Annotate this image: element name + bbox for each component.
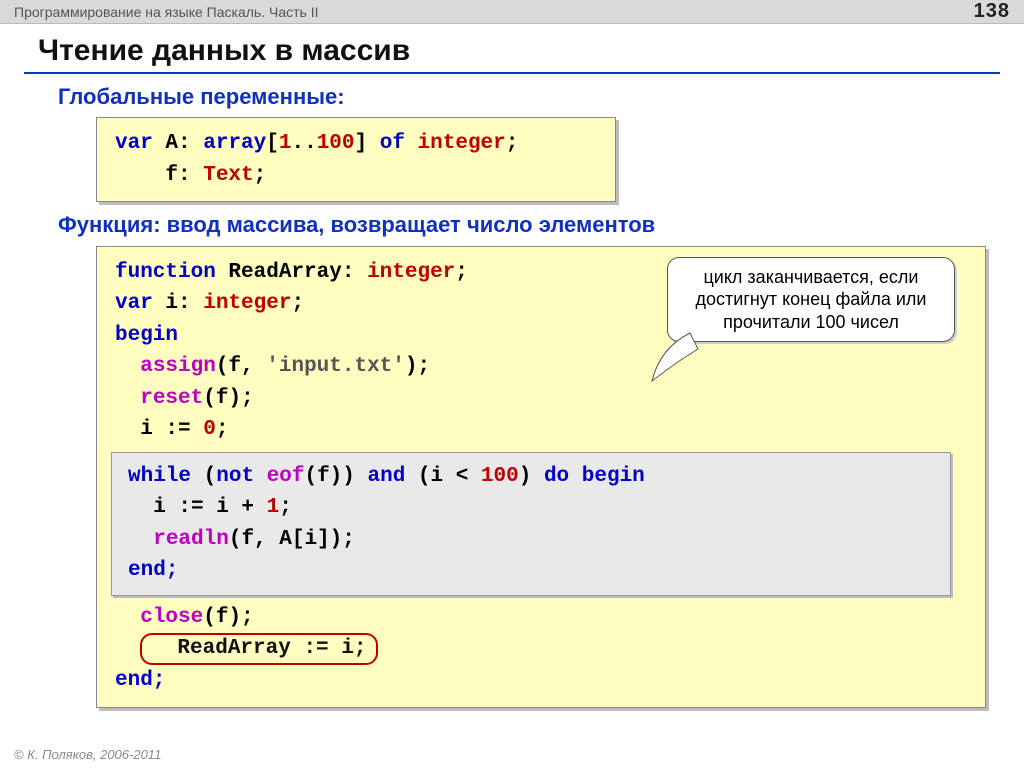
code-line: assign(f, 'input.txt'); <box>115 351 967 383</box>
slide-title: Чтение данных в массив <box>24 30 1000 70</box>
code-line: end; <box>128 555 934 587</box>
code-line: reset(f); <box>115 383 967 415</box>
callout-text: цикл заканчивается, если достигнут конец… <box>696 267 927 332</box>
code-line: var A: array[1..100] of integer; <box>115 128 597 160</box>
callout-tail-icon <box>650 323 710 383</box>
code-line: readln(f, A[i]); <box>128 524 934 556</box>
code-line: ReadArray := i; <box>115 633 967 665</box>
copyright: © К. Поляков, 2006-2011 <box>14 747 161 762</box>
code-line: end; <box>115 665 967 697</box>
callout-bubble: цикл заканчивается, если достигнут конец… <box>667 257 955 343</box>
code-line: i := i + 1; <box>128 492 934 524</box>
code-globals: var A: array[1..100] of integer; f: Text… <box>96 117 616 202</box>
code-highlight-block: while (not eof(f)) and (i < 100) do begi… <box>111 452 951 596</box>
slide: Чтение данных в массив Глобальные переме… <box>0 24 1024 708</box>
code-line: close(f); <box>115 602 967 634</box>
title-rule <box>24 72 1000 74</box>
page-number: 138 <box>974 0 1010 23</box>
code-function: цикл заканчивается, если достигнут конец… <box>96 246 986 708</box>
topbar: Программирование на языке Паскаль. Часть… <box>0 0 1024 24</box>
code-line: i := 0; <box>115 414 967 446</box>
code-line: while (not eof(f)) and (i < 100) do begi… <box>128 461 934 493</box>
subtitle-function: Функция: ввод массива, возвращает число … <box>24 212 1000 237</box>
doc-title: Программирование на языке Паскаль. Часть… <box>14 4 318 20</box>
subtitle-globals: Глобальные переменные: <box>24 84 1000 109</box>
return-pill: ReadArray := i; <box>140 633 378 665</box>
code-line: f: Text; <box>115 160 597 192</box>
